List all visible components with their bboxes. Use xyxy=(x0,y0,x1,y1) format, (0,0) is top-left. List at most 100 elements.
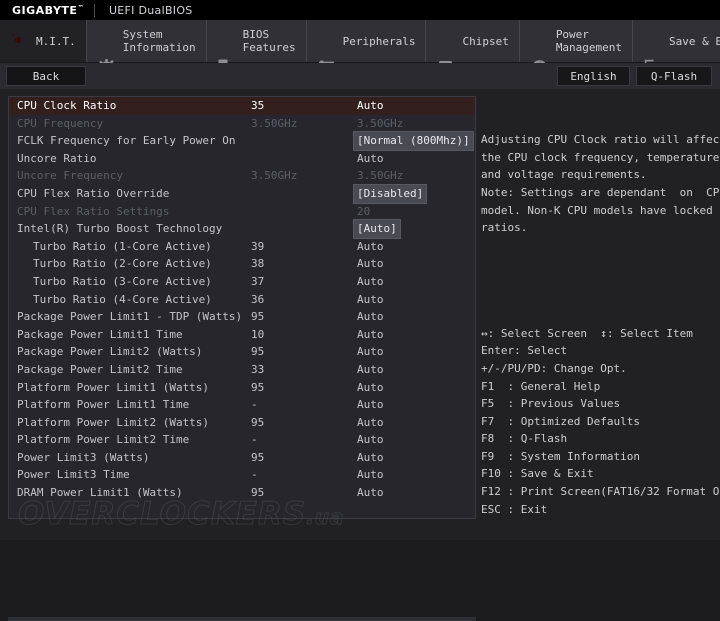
tab-chipset[interactable]: Chipset xyxy=(426,20,519,62)
setting-current-value: 39 xyxy=(251,238,264,256)
setting-option-value[interactable]: Auto xyxy=(357,238,384,256)
help-spacer xyxy=(481,272,712,290)
setting-name: CPU Flex Ratio Override xyxy=(17,185,169,203)
tab-mit[interactable]: M.I.T. xyxy=(0,20,87,62)
panel-bottom-strip xyxy=(8,617,476,621)
settings-scrollbar[interactable] xyxy=(472,101,476,519)
tab-save-and-exit[interactable]: Save & Exit xyxy=(633,20,720,62)
setting-row[interactable]: FCLK Frequency for Early Power On[Normal… xyxy=(9,132,475,150)
setting-row[interactable]: Turbo Ratio (1-Core Active) 39 Auto xyxy=(9,238,475,256)
setting-current-value: 35 xyxy=(251,97,264,115)
setting-current-value: - xyxy=(251,431,258,449)
help-key-line: ↔: Select Screen ↕: Select Item xyxy=(481,325,712,343)
tab-power-management[interactable]: PowerManagement xyxy=(520,20,633,62)
setting-row[interactable]: Turbo Ratio (3-Core Active)37Auto xyxy=(9,273,475,291)
setting-row[interactable]: Intel(R) Turbo Boost Technology [Auto] xyxy=(9,220,475,238)
help-key-line: ESC : Exit xyxy=(481,501,712,519)
setting-option-value[interactable]: Auto xyxy=(357,97,384,115)
setting-name: Turbo Ratio (4-Core Active) xyxy=(33,291,212,309)
tab-system-information[interactable]: SystemInformation xyxy=(87,20,207,62)
settings-list-panel[interactable]: CPU Clock Ratio 35 Auto CPU Frequency 3.50GH… xyxy=(8,96,476,519)
setting-option-value[interactable]: [Auto] xyxy=(354,220,400,238)
setting-row[interactable]: Turbo Ratio (2-Core Active)38Auto xyxy=(9,255,475,273)
setting-current-value: 3.50GHz xyxy=(251,167,297,185)
back-button[interactable]: Back xyxy=(6,66,86,86)
setting-name: CPU Clock Ratio xyxy=(17,97,116,115)
setting-option-value[interactable]: Auto xyxy=(357,273,384,291)
help-key-line: Enter: Select xyxy=(481,342,712,360)
mit-target-icon xyxy=(10,32,29,51)
setting-current-value: - xyxy=(251,466,258,484)
setting-row[interactable]: Power Limit3 (Watts)95Auto xyxy=(9,449,475,467)
help-key-line: F12 : Print Screen(FAT16/32 Format Only) xyxy=(481,483,712,501)
gigabyte-logo: GIGABYTE™ xyxy=(0,4,94,17)
setting-option-value[interactable]: 3.50GHz xyxy=(357,115,403,133)
setting-option-value[interactable]: 20 xyxy=(357,203,370,221)
setting-row[interactable]: Turbo Ratio (4-Core Active) 36 Auto xyxy=(9,291,475,309)
setting-option-value[interactable]: Auto xyxy=(357,431,384,449)
setting-option-value[interactable]: [Disabled] xyxy=(354,185,426,203)
setting-name: Power Limit3 (Watts) xyxy=(17,449,149,467)
setting-current-value: 36 xyxy=(251,291,264,309)
setting-row[interactable]: DRAM Power Limit1 (Watts)95Auto xyxy=(9,484,475,502)
help-description: Adjusting CPU Clock ratio will affectthe… xyxy=(481,131,712,237)
setting-current-value: 10 xyxy=(251,326,264,344)
setting-row[interactable]: CPU Clock Ratio 35 Auto xyxy=(9,97,475,115)
bios-screen: GIGABYTE™ UEFI DualBIOS M.I.T. Syste xyxy=(0,0,720,540)
setting-row[interactable]: Uncore Frequency3.50GHz3.50GHz xyxy=(9,167,475,185)
setting-current-value: 38 xyxy=(251,255,264,273)
setting-option-value[interactable]: Auto xyxy=(357,150,384,168)
setting-option-value[interactable]: Auto xyxy=(357,255,384,273)
setting-option-value[interactable]: Auto xyxy=(357,414,384,432)
setting-option-value[interactable]: Auto xyxy=(357,484,384,502)
setting-row[interactable]: Package Power Limit1 - TDP (Watts)95Auto xyxy=(9,308,475,326)
setting-name: Platform Power Limit1 (Watts) xyxy=(17,379,209,397)
setting-row[interactable]: Package Power Limit2 Time33Auto xyxy=(9,361,475,379)
setting-row[interactable]: Platform Power Limit2 Time-Auto xyxy=(9,431,475,449)
tab-mit-label: M.I.T. xyxy=(36,35,76,48)
setting-name: CPU Flex Ratio Settings xyxy=(17,203,169,221)
setting-option-value[interactable]: Auto xyxy=(357,449,384,467)
uefi-subtitle: UEFI DualBIOS xyxy=(95,4,193,17)
setting-option-value[interactable]: Auto xyxy=(357,361,384,379)
setting-row[interactable]: Platform Power Limit2 (Watts)95Auto xyxy=(9,414,475,432)
setting-row[interactable]: Package Power Limit2 (Watts)95Auto xyxy=(9,343,475,361)
scroll-up-arrow-icon[interactable] xyxy=(475,102,476,109)
setting-option-value[interactable]: Auto xyxy=(357,396,384,414)
setting-row[interactable]: CPU Flex Ratio Override [Disabled] xyxy=(9,185,475,203)
setting-current-value: 95 xyxy=(251,379,264,397)
help-key-line: F1 : General Help xyxy=(481,378,712,396)
setting-option-value[interactable]: Auto xyxy=(357,291,384,309)
q-flash-button[interactable]: Q-Flash xyxy=(636,66,712,86)
setting-name: Uncore Ratio xyxy=(17,150,96,168)
help-description-line: the CPU clock frequency, temperature xyxy=(481,149,712,167)
setting-row[interactable]: Package Power Limit1 Time10Auto xyxy=(9,326,475,344)
setting-option-value[interactable]: [Normal (800Mhz)] xyxy=(354,132,473,150)
setting-name: Intel(R) Turbo Boost Technology xyxy=(17,220,222,238)
tab-peripherals[interactable]: Peripherals xyxy=(307,20,427,62)
setting-option-value[interactable]: Auto xyxy=(357,343,384,361)
setting-option-value[interactable]: Auto xyxy=(357,308,384,326)
setting-name: DRAM Power Limit1 (Watts) xyxy=(17,484,183,502)
help-description-line: Adjusting CPU Clock ratio will affect xyxy=(481,131,712,149)
setting-row[interactable]: CPU Frequency3.50GHz3.50GHz xyxy=(9,115,475,133)
help-description-line: ratios. xyxy=(481,219,712,237)
setting-row[interactable]: Platform Power Limit1 Time-Auto xyxy=(9,396,475,414)
lightning-icon xyxy=(530,32,549,51)
setting-option-value[interactable]: Auto xyxy=(357,326,384,344)
setting-name: CPU Frequency xyxy=(17,115,103,133)
setting-option-value[interactable]: Auto xyxy=(357,466,384,484)
chipset-icon xyxy=(436,32,455,51)
setting-row[interactable]: Uncore Ratio Auto xyxy=(9,150,475,168)
settings-rows: CPU Clock Ratio 35 Auto CPU Frequency 3.50GH… xyxy=(9,97,475,502)
tab-bios-features[interactable]: BIOSFeatures xyxy=(207,20,307,62)
setting-current-value: 33 xyxy=(251,361,264,379)
language-button[interactable]: English xyxy=(557,66,630,86)
setting-row[interactable]: Power Limit3 Time-Auto xyxy=(9,466,475,484)
setting-option-value[interactable]: 3.50GHz xyxy=(357,167,403,185)
trademark-mark: ™ xyxy=(77,4,84,11)
setting-option-value[interactable]: Auto xyxy=(357,379,384,397)
setting-row[interactable]: CPU Flex Ratio Settings 20 xyxy=(9,203,475,221)
setting-name: Turbo Ratio (1-Core Active) xyxy=(33,238,212,256)
setting-row[interactable]: Platform Power Limit1 (Watts) 95 Auto xyxy=(9,379,475,397)
